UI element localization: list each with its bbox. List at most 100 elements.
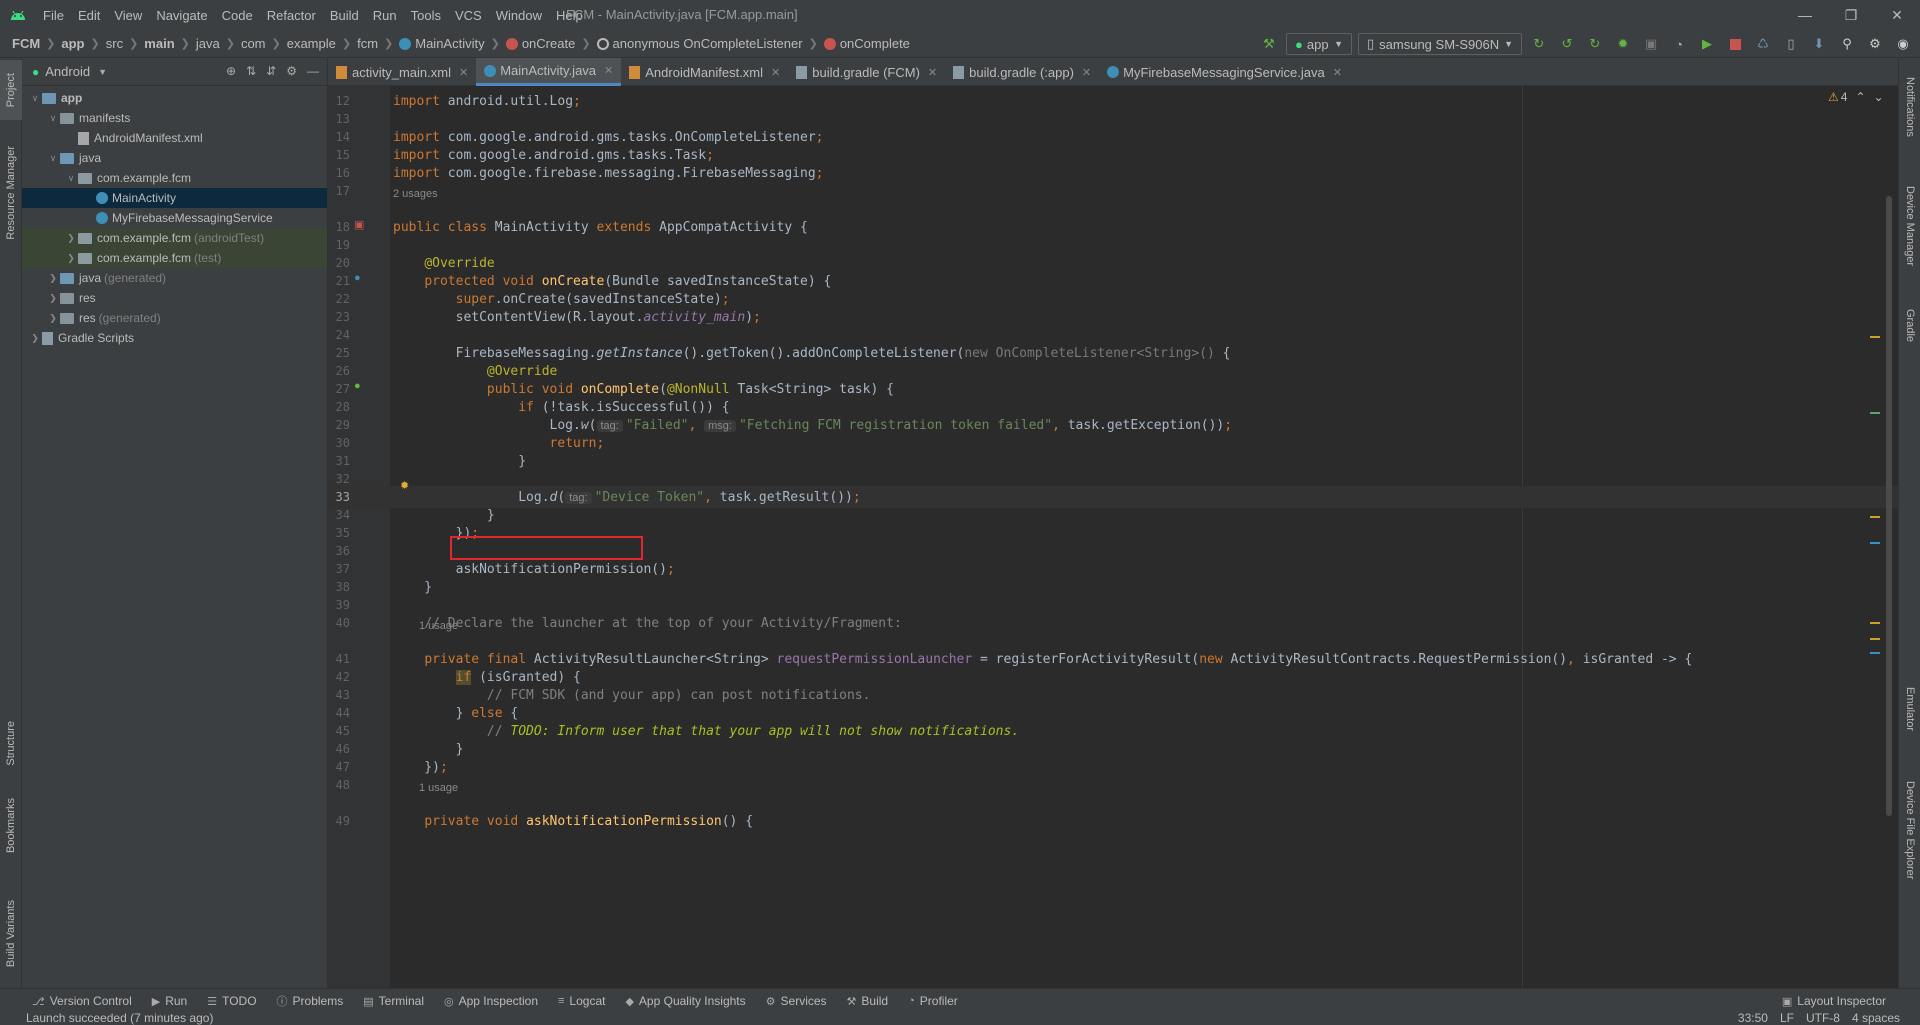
minimize-icon[interactable]: —: [1782, 0, 1828, 30]
menu-item-file[interactable]: File: [36, 8, 71, 23]
run-config-select[interactable]: ● app ▼: [1286, 33, 1352, 55]
menu-item-edit[interactable]: Edit: [71, 8, 107, 23]
device-manager-icon[interactable]: ▯: [1780, 33, 1802, 55]
tree-item[interactable]: ∨ com.example.fcm: [22, 168, 327, 188]
bottom-tool-todo[interactable]: ☰ TODO: [197, 993, 266, 1009]
inspection-widget[interactable]: ⚠ 4 ⌃ ⌄: [1828, 90, 1884, 104]
chevron-right-icon[interactable]: ❯: [64, 253, 78, 264]
previous-highlight-icon[interactable]: ⌃: [1855, 90, 1865, 104]
editor-tab[interactable]: build.gradle (:app) ✕: [945, 58, 1099, 86]
override-gutter-icon[interactable]: ●: [354, 380, 361, 392]
menu-item-build[interactable]: Build: [323, 8, 366, 23]
code-line[interactable]: 49 private void askNotificationPermissio…: [328, 810, 1898, 832]
file-encoding[interactable]: UTF-8: [1806, 1013, 1840, 1025]
editor-tab[interactable]: MyFirebaseMessagingService.java ✕: [1099, 58, 1350, 86]
tool-tab-device-file-explorer[interactable]: Device File Explorer: [1899, 760, 1920, 900]
change-marker[interactable]: [1870, 412, 1880, 414]
profile-icon[interactable]: ◔: [1668, 33, 1690, 55]
tree-item[interactable]: ∨ app: [22, 88, 327, 108]
tree-item[interactable]: AndroidManifest.xml: [22, 128, 327, 148]
code-line[interactable]: 48: [328, 774, 1898, 796]
chevron-down-icon[interactable]: ∨: [28, 93, 42, 104]
bottom-tool-services[interactable]: ⚙ Services: [756, 993, 837, 1009]
bulb-icon[interactable]: ✹: [400, 479, 409, 492]
chevron-right-icon[interactable]: ❯: [28, 333, 42, 344]
warning-marker[interactable]: [1870, 622, 1880, 624]
breadcrumb-item[interactable]: MainActivity: [415, 36, 484, 51]
info-marker[interactable]: [1870, 652, 1880, 654]
breadcrumb-item[interactable]: app: [61, 36, 84, 51]
gear-icon[interactable]: ⚙: [286, 64, 297, 78]
menu-item-code[interactable]: Code: [215, 8, 260, 23]
tool-tab-emulator[interactable]: Emulator: [1899, 674, 1920, 744]
breadcrumb-item[interactable]: onComplete: [840, 36, 910, 51]
code-editor[interactable]: 12 import android.util.Log; 13 14 import com…: [328, 86, 1898, 988]
breadcrumb-item[interactable]: main: [144, 36, 174, 51]
locate-icon[interactable]: ⊕: [226, 64, 236, 78]
next-highlight-icon[interactable]: ⌄: [1874, 90, 1884, 104]
chevron-down-icon[interactable]: ∨: [46, 153, 60, 164]
tree-item[interactable]: ❯ com.example.fcm (test): [22, 248, 327, 268]
account-icon[interactable]: ◉: [1892, 33, 1914, 55]
close-tab-icon[interactable]: ✕: [771, 66, 780, 79]
breadcrumb-item[interactable]: java: [196, 36, 220, 51]
tool-tab-structure[interactable]: Structure: [0, 708, 22, 778]
editor-tab[interactable]: MainActivity.java ✕: [476, 58, 622, 86]
attach-debugger-icon[interactable]: ▣: [1640, 33, 1662, 55]
run-icon[interactable]: ↻: [1584, 33, 1606, 55]
tool-tab-build-variants[interactable]: Build Variants: [0, 884, 22, 984]
close-icon[interactable]: ✕: [1874, 0, 1920, 30]
menu-item-navigate[interactable]: Navigate: [149, 8, 214, 23]
tool-tab-project[interactable]: Project: [0, 60, 22, 120]
stop-icon[interactable]: [1724, 33, 1746, 55]
override-gutter-icon[interactable]: ●: [354, 272, 361, 284]
info-marker[interactable]: [1870, 542, 1880, 544]
tree-item[interactable]: MainActivity: [22, 188, 327, 208]
search-icon[interactable]: ⚲: [1836, 33, 1858, 55]
usages-inlay[interactable]: 2 usages: [393, 188, 438, 204]
warning-marker[interactable]: [1870, 516, 1880, 518]
warning-marker[interactable]: [1870, 336, 1880, 338]
breadcrumb-item[interactable]: FCM: [12, 36, 40, 51]
apply-changes-icon[interactable]: ↻: [1528, 33, 1550, 55]
project-view-select[interactable]: Android: [45, 64, 90, 79]
bottom-tool-logcat[interactable]: ≡ Logcat: [548, 993, 615, 1009]
menu-item-tools[interactable]: Tools: [404, 8, 448, 23]
breadcrumb-item[interactable]: anonymous OnCompleteListener: [613, 36, 803, 51]
bottom-tool-terminal[interactable]: ▤ Terminal: [353, 993, 434, 1009]
line-separator[interactable]: LF: [1780, 1013, 1794, 1025]
tool-tab-bookmarks[interactable]: Bookmarks: [0, 786, 22, 866]
chevron-right-icon[interactable]: ❯: [46, 293, 60, 304]
tree-item[interactable]: ❯ java (generated): [22, 268, 327, 288]
close-tab-icon[interactable]: ✕: [604, 64, 613, 77]
usages-inlay[interactable]: 1 usage: [419, 782, 458, 798]
bottom-tool-app-quality-insights[interactable]: ◆ App Quality Insights: [615, 993, 755, 1009]
editor-scrollbar[interactable]: [1870, 86, 1898, 988]
breadcrumb-item[interactable]: onCreate: [522, 36, 575, 51]
restore-icon[interactable]: ❐: [1828, 0, 1874, 30]
caret-position[interactable]: 33:50: [1738, 1013, 1768, 1025]
close-tab-icon[interactable]: ✕: [1082, 66, 1091, 79]
settings-icon[interactable]: ⚙: [1864, 33, 1886, 55]
breadcrumb-item[interactable]: fcm: [357, 36, 378, 51]
editor-tab[interactable]: build.gradle (FCM) ✕: [788, 58, 945, 86]
tree-item[interactable]: ❯ res (generated): [22, 308, 327, 328]
tree-item[interactable]: ∨ manifests: [22, 108, 327, 128]
apply-code-changes-icon[interactable]: ↺: [1556, 33, 1578, 55]
expand-all-icon[interactable]: ⇅: [246, 64, 256, 78]
code-line[interactable]: 17: [328, 180, 1898, 202]
hide-icon[interactable]: —: [307, 64, 319, 78]
chevron-down-icon[interactable]: ∨: [46, 113, 60, 124]
chevron-down-icon[interactable]: ▼: [98, 67, 107, 77]
hammer-icon[interactable]: ⚒: [1258, 33, 1280, 55]
bottom-tool-run[interactable]: ▶ Run: [142, 993, 197, 1009]
tree-item[interactable]: ❯ Gradle Scripts: [22, 328, 327, 348]
menu-item-vcs[interactable]: VCS: [448, 8, 489, 23]
breadcrumb-item[interactable]: example: [287, 36, 336, 51]
layout-inspector-tab[interactable]: ▣ Layout Inspector: [1772, 994, 1896, 1008]
indent-setting[interactable]: 4 spaces: [1852, 1013, 1900, 1025]
bottom-tool-build[interactable]: ⚒ Build: [837, 993, 899, 1009]
usages-inlay[interactable]: 1 usage: [419, 620, 458, 636]
tree-item[interactable]: ∨ java: [22, 148, 327, 168]
code-line[interactable]: 40 // Declare the launcher at the top of…: [328, 612, 1898, 634]
